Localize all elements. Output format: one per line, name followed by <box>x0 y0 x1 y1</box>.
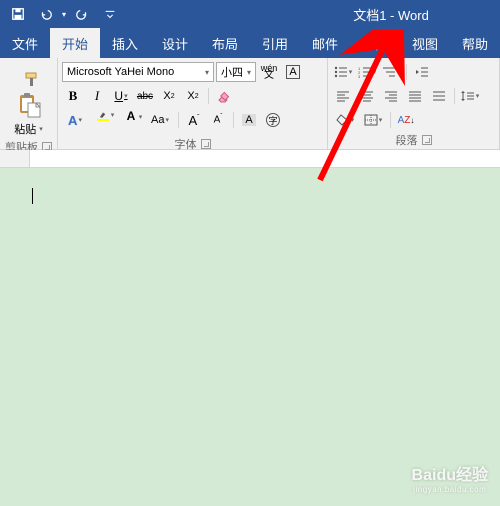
format-painter-button[interactable] <box>23 71 41 89</box>
superscript-button[interactable]: X2 <box>182 86 204 106</box>
align-right-button[interactable] <box>380 86 402 106</box>
enclose-chars-button[interactable]: 字 <box>262 110 284 130</box>
titlebar: ▾ 文档1 - Word <box>0 0 500 28</box>
borders-button[interactable]: ▾ <box>360 110 386 130</box>
font-launcher[interactable] <box>201 139 211 149</box>
tab-view[interactable]: 视图 <box>400 28 450 58</box>
tab-layout[interactable]: 布局 <box>200 28 250 58</box>
align-justify-button[interactable] <box>404 86 426 106</box>
decrease-indent-button[interactable] <box>411 62 433 82</box>
font-name-combo[interactable]: Microsoft YaHei Mono▾ <box>62 62 214 82</box>
redo-button[interactable] <box>70 2 94 26</box>
undo-button[interactable] <box>34 2 58 26</box>
text-cursor <box>32 188 33 204</box>
shrink-font-button[interactable]: Aˇ <box>207 110 229 130</box>
group-clipboard: 粘贴▾ 剪贴板 <box>0 58 58 149</box>
line-spacing-button[interactable]: ▾ <box>459 86 481 106</box>
tab-help[interactable]: 帮助 <box>450 28 500 58</box>
highlight-button[interactable]: ▾ <box>90 110 116 130</box>
save-button[interactable] <box>6 2 30 26</box>
font-size-combo[interactable]: 小四▾ <box>216 62 256 82</box>
document-area[interactable] <box>0 168 500 506</box>
numbering-button[interactable]: 123▾ <box>356 62 378 82</box>
undo-dropdown[interactable]: ▾ <box>62 10 66 19</box>
ribbon-tabs: 文件 开始 插入 设计 布局 引用 邮件 审阅 视图 帮助 <box>0 28 500 58</box>
paragraph-launcher[interactable] <box>422 135 432 145</box>
phonetic-guide-button[interactable]: wén文 <box>258 62 280 82</box>
align-center-button[interactable] <box>356 86 378 106</box>
shading-button[interactable]: ▾ <box>332 110 358 130</box>
ruler[interactable] <box>0 150 500 168</box>
tab-design[interactable]: 设计 <box>150 28 200 58</box>
paste-dropdown[interactable]: ▾ <box>39 125 43 133</box>
multilevel-list-button[interactable]: ▾ <box>380 62 402 82</box>
tab-review[interactable]: 审阅 <box>350 28 400 58</box>
paste-label: 粘贴 <box>14 121 36 137</box>
subscript-button[interactable]: X2 <box>158 86 180 106</box>
paragraph-label: 段落 <box>396 132 418 148</box>
font-color-button[interactable]: A▾ <box>118 110 144 130</box>
grow-font-button[interactable]: Aˆ <box>183 110 205 130</box>
italic-button[interactable]: I <box>86 86 108 106</box>
underline-button[interactable]: U▾ <box>110 86 132 106</box>
clear-formatting-button[interactable] <box>213 86 235 106</box>
sort-button[interactable]: AZ↓ <box>395 110 417 130</box>
bullets-button[interactable]: ▾ <box>332 62 354 82</box>
paste-button[interactable]: 粘贴▾ <box>14 91 44 137</box>
bold-button[interactable]: B <box>62 86 84 106</box>
char-border-button[interactable]: A <box>282 62 304 82</box>
watermark: Baidu经验 jingyan.baidu.com <box>412 461 488 494</box>
quick-access-toolbar: ▾ <box>0 2 122 26</box>
group-font: Microsoft YaHei Mono▾ 小四▾ wén文 A B I U▾ … <box>58 58 328 149</box>
text-effects-button[interactable]: A▾ <box>62 110 88 130</box>
svg-text:3: 3 <box>358 74 361 78</box>
tab-references[interactable]: 引用 <box>250 28 300 58</box>
strikethrough-button[interactable]: abc <box>134 86 156 106</box>
ribbon: 粘贴▾ 剪贴板 Microsoft YaHei Mono▾ 小四▾ wén文 A… <box>0 58 500 150</box>
align-left-button[interactable] <box>332 86 354 106</box>
group-paragraph: ▾ 123▾ ▾ ▾ ▾ ▾ AZ↓ 段落 <box>328 58 500 149</box>
change-case-button[interactable]: Aa▾ <box>146 110 174 130</box>
tab-mailings[interactable]: 邮件 <box>300 28 350 58</box>
tab-insert[interactable]: 插入 <box>100 28 150 58</box>
tab-file[interactable]: 文件 <box>0 28 50 58</box>
window-title: 文档1 - Word <box>282 5 500 24</box>
distributed-button[interactable] <box>428 86 450 106</box>
char-shading-button[interactable]: A <box>238 110 260 130</box>
tab-home[interactable]: 开始 <box>50 28 100 58</box>
qat-customize[interactable] <box>98 2 122 26</box>
